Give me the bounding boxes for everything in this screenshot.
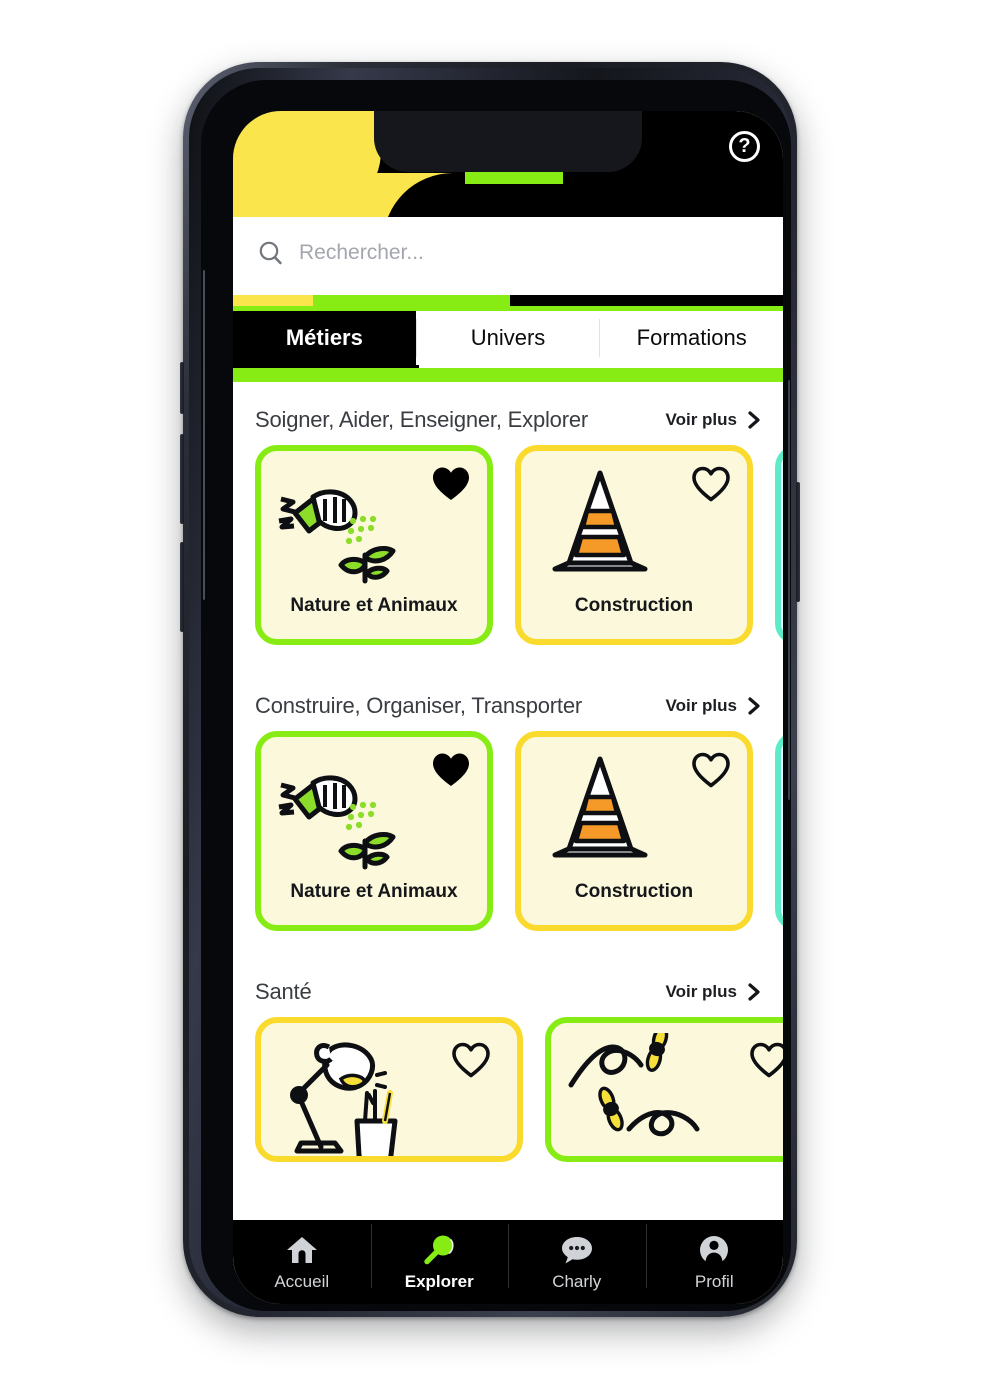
voir-plus-link[interactable]: Voir plus [666, 982, 761, 1002]
section-title: Santé [255, 979, 312, 1004]
favorite-heart-icon-outline[interactable] [749, 1041, 783, 1081]
search-input[interactable] [299, 241, 719, 265]
chevron-right-icon [748, 983, 760, 1001]
section-title: Construire, Organiser, Transporter [255, 693, 583, 718]
voir-plus-label: Voir plus [665, 982, 737, 1001]
favorite-heart-icon-outline[interactable] [451, 1041, 491, 1081]
watering-hand-plant-icon [273, 469, 403, 589]
card-label: Nature et Animaux [290, 881, 458, 902]
favorite-heart-icon-filled[interactable] [431, 751, 471, 791]
section-header: Soigner, Aider, Enseigner, Explorer Voir… [233, 385, 783, 445]
voir-plus-link[interactable]: Voir plus [666, 410, 761, 430]
desk-lamp-pencils-icon [279, 1035, 429, 1156]
tab-metiers[interactable]: Métiers [233, 311, 416, 365]
card-carousel[interactable] [233, 1017, 783, 1162]
flying-bees-icon [567, 1026, 727, 1156]
search-icon [255, 237, 287, 269]
phone-midframe: ? Rechercher... Métiers Univers Formatio… [189, 68, 791, 1311]
card-label: Construction [574, 881, 694, 902]
help-icon[interactable]: ? [729, 131, 760, 162]
card-bees[interactable] [545, 1017, 783, 1162]
card-carousel[interactable]: Nature et Animaux Construction [233, 445, 783, 645]
tab-formations[interactable]: Formations [600, 311, 783, 365]
nav-item-profil[interactable]: Profil [645, 1220, 784, 1304]
watering-hand-plant-icon [273, 755, 403, 875]
decor-strip-green-2 [233, 368, 783, 382]
section-construire: Construire, Organiser, Transporter Voir … [233, 671, 783, 931]
chevron-right-icon [748, 411, 760, 429]
section-title: Soigner, Aider, Enseigner, Explorer [255, 407, 588, 432]
voir-plus-label: Voir plus [665, 410, 737, 429]
voir-plus-label: Voir plus [665, 696, 737, 715]
phone-frame: ? Rechercher... Métiers Univers Formatio… [180, 62, 800, 1317]
search-bar[interactable] [233, 217, 783, 289]
card-construction[interactable]: Construction [515, 731, 753, 931]
card-partial-next[interactable] [775, 731, 783, 931]
phone-screen: ? Rechercher... Métiers Univers Formatio… [233, 111, 783, 1304]
favorite-heart-icon-outline[interactable] [691, 465, 731, 505]
display-notch [374, 111, 642, 172]
volume-up-button[interactable] [180, 434, 184, 524]
bottom-navigation-bar: Accueil Explorer Charly Profil [233, 1220, 783, 1304]
card-construction[interactable]: Construction [515, 445, 753, 645]
card-desk-lamp[interactable] [255, 1017, 523, 1162]
decor-green-sliver [465, 172, 563, 184]
tab-univers[interactable]: Univers [416, 311, 600, 365]
decor-strip-black [510, 295, 783, 306]
card-nature-et-animaux[interactable]: Nature et Animaux [255, 445, 493, 645]
card-carousel[interactable]: Nature et Animaux Construction [233, 731, 783, 931]
content-scroll-area[interactable]: Soigner, Aider, Enseigner, Explorer Voir… [233, 385, 783, 1270]
nav-item-explorer[interactable]: Explorer [370, 1220, 509, 1304]
home-icon [285, 1233, 319, 1267]
nav-label: Charly [552, 1271, 602, 1291]
frame-highlight-left [203, 270, 205, 600]
section-header: Construire, Organiser, Transporter Voir … [233, 671, 783, 731]
decor-strip-above-tabs [233, 289, 783, 311]
card-label: Nature et Animaux [290, 595, 458, 616]
section-header: Santé Voir plus [233, 957, 783, 1017]
nav-item-charly[interactable]: Charly [508, 1220, 646, 1304]
person-avatar-icon [697, 1233, 731, 1267]
volume-down-button[interactable] [180, 542, 184, 632]
decor-strip-yellow [233, 295, 313, 306]
power-button[interactable] [796, 482, 800, 602]
mute-switch[interactable] [180, 362, 184, 414]
magnifier-icon [422, 1233, 456, 1267]
card-nature-et-animaux[interactable]: Nature et Animaux [255, 731, 493, 931]
favorite-heart-icon-outline[interactable] [691, 751, 731, 791]
nav-item-accueil[interactable]: Accueil [233, 1220, 371, 1304]
section-sante: Santé Voir plus [233, 957, 783, 1162]
frame-highlight-right [788, 380, 790, 800]
app-root: ? Rechercher... Métiers Univers Formatio… [233, 111, 783, 1304]
screenshot-canvas: ? Rechercher... Métiers Univers Formatio… [0, 0, 1000, 1399]
nav-label: Accueil [274, 1271, 330, 1291]
section-soigner: Soigner, Aider, Enseigner, Explorer Voir… [233, 385, 783, 645]
voir-plus-link[interactable]: Voir plus [666, 696, 761, 716]
chat-bubble-icon [560, 1233, 594, 1267]
traffic-cone-icon [535, 751, 665, 871]
phone-bezel: ? Rechercher... Métiers Univers Formatio… [201, 80, 791, 1311]
decor-strip-below-tabs [233, 365, 783, 385]
nav-label: Explorer [404, 1271, 474, 1291]
tab-bar: Métiers Univers Formations [233, 311, 783, 365]
favorite-heart-icon-filled[interactable] [431, 465, 471, 505]
traffic-cone-icon [535, 465, 665, 585]
chevron-right-icon [748, 697, 760, 715]
card-partial-next[interactable] [775, 445, 783, 645]
nav-label: Profil [694, 1271, 734, 1291]
card-label: Construction [574, 595, 694, 616]
